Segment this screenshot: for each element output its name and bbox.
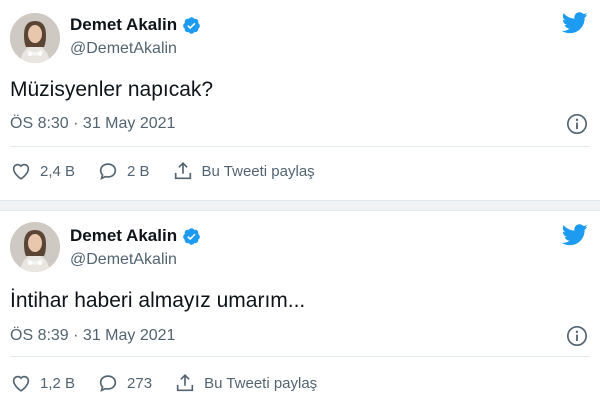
share-label: Bu Tweeti paylaş xyxy=(201,162,315,180)
heart-icon xyxy=(12,375,30,392)
divider xyxy=(10,356,590,357)
action-bar: 2,4 B 2 B Bu Tweeti paylaş xyxy=(10,160,337,182)
like-button[interactable]: 2,4 B xyxy=(10,160,75,182)
info-icon[interactable] xyxy=(566,113,588,135)
tweet-text: Müzisyenler napıcak? xyxy=(10,78,214,101)
like-count: 1,2 B xyxy=(40,374,76,392)
share-button[interactable]: Bu Tweeti paylaş xyxy=(172,160,315,182)
share-icon xyxy=(176,374,194,392)
author-row: Demet Akalin xyxy=(70,226,201,246)
heart-icon xyxy=(12,163,30,180)
action-bar: 1,2 B 273 Bu Tweeti paylaş xyxy=(10,372,339,394)
share-button[interactable]: Bu Tweeti paylaş xyxy=(174,372,317,394)
author-row: Demet Akalin xyxy=(70,15,201,35)
verified-badge-icon xyxy=(183,227,200,245)
avatar[interactable] xyxy=(10,222,60,272)
reply-count: 273 xyxy=(127,374,153,392)
reply-count: 2 B xyxy=(127,162,150,180)
reply-button[interactable]: 273 xyxy=(97,372,152,394)
divider xyxy=(10,146,590,147)
share-label: Bu Tweeti paylaş xyxy=(204,374,318,392)
reply-button[interactable]: 2 B xyxy=(97,160,150,182)
tweet-separator xyxy=(0,200,600,211)
like-count: 2,4 B xyxy=(40,162,76,180)
twitter-bird-icon[interactable] xyxy=(562,224,588,246)
reply-bubble-icon xyxy=(99,375,117,392)
tweet-timestamp[interactable]: ÖS 8:30 · 31 May 2021 xyxy=(10,115,175,133)
tweet-card[interactable]: Demet Akalin @DemetAkalin Müzisyenler na… xyxy=(0,0,600,200)
verified-badge-icon xyxy=(183,16,200,34)
tweet-timestamp[interactable]: ÖS 8:39 · 31 May 2021 xyxy=(10,327,175,345)
tweet-text: İntihar haberi almayız umarım... xyxy=(10,289,306,312)
author-name[interactable]: Demet Akalin xyxy=(70,226,177,246)
avatar[interactable] xyxy=(10,13,60,63)
author-name[interactable]: Demet Akalin xyxy=(70,15,177,35)
twitter-bird-icon[interactable] xyxy=(562,12,588,34)
info-icon[interactable] xyxy=(566,325,588,347)
share-icon xyxy=(174,162,191,180)
author-handle[interactable]: @DemetAkalin xyxy=(70,251,177,269)
author-handle[interactable]: @DemetAkalin xyxy=(70,40,177,58)
reply-bubble-icon xyxy=(99,163,117,180)
like-button[interactable]: 1,2 B xyxy=(10,372,75,394)
